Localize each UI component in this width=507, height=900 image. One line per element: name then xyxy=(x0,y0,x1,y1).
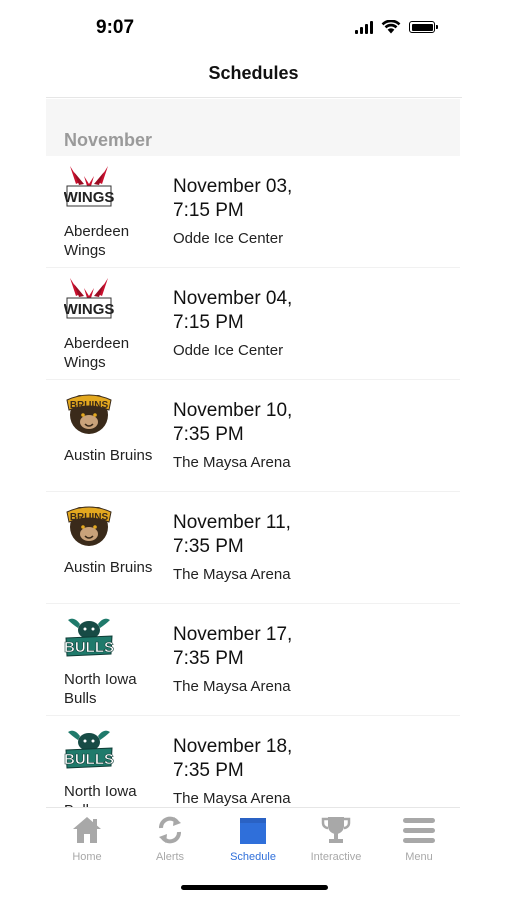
game-date-time: 7:35 PM xyxy=(173,536,244,557)
game-row[interactable]: BRUINS Austin Bruins November 10, 7:35 P… xyxy=(46,380,460,492)
game-date-day: November 03, xyxy=(173,176,293,197)
game-date-time: 7:35 PM xyxy=(173,424,244,445)
svg-text:BULLS: BULLS xyxy=(64,639,114,656)
tab-interactive[interactable]: Interactive xyxy=(295,814,377,864)
game-date: November 10, 7:35 PM xyxy=(173,399,373,447)
tab-schedule[interactable]: Schedule xyxy=(212,814,294,864)
status-time: 9:07 xyxy=(96,17,135,38)
game-venue: The Maysa Arena xyxy=(173,790,291,807)
cellular-signal-icon xyxy=(355,20,373,34)
game-row[interactable]: BULLS North Iowa Bulls November 17, 7:35… xyxy=(46,604,460,716)
wings-logo-icon: WINGS xyxy=(64,278,114,319)
game-row[interactable]: WINGS Aberdeen Wings November 03, 7:15 P… xyxy=(46,156,460,268)
tab-label: Alerts xyxy=(155,851,185,863)
team-name: Aberdeen Wings xyxy=(64,335,130,371)
game-row[interactable]: WINGS Aberdeen Wings November 04, 7:15 P… xyxy=(46,268,460,380)
home-icon xyxy=(73,817,101,843)
tab-bar: Home Alerts Schedule Interactive Menu xyxy=(46,807,460,866)
game-venue: The Maysa Arena xyxy=(173,678,291,695)
menu-icon xyxy=(403,818,435,843)
game-date-time: 7:15 PM xyxy=(173,312,244,333)
game-row[interactable]: BRUINS Austin Bruins November 11, 7:35 P… xyxy=(46,492,460,604)
team-name: North Iowa Bulls xyxy=(64,783,137,807)
game-date: November 11, 7:35 PM xyxy=(173,511,373,559)
bulls-logo-icon: BULLS xyxy=(64,730,114,769)
team-name: North Iowa Bulls xyxy=(64,671,137,707)
game-date: November 04, 7:15 PM xyxy=(173,287,373,335)
home-indicator[interactable] xyxy=(181,885,328,890)
game-date: November 18, 7:35 PM xyxy=(173,735,373,783)
tab-label: Menu xyxy=(405,851,433,863)
tab-menu[interactable]: Menu xyxy=(378,814,460,864)
battery-icon xyxy=(409,21,438,33)
game-date-time: 7:15 PM xyxy=(173,200,244,221)
game-date-day: November 11, xyxy=(173,512,291,533)
svg-text:WINGS: WINGS xyxy=(64,189,114,206)
game-date-day: November 04, xyxy=(173,288,293,309)
game-date-day: November 10, xyxy=(173,400,293,421)
game-date-day: November 18, xyxy=(173,736,293,757)
svg-text:BRUINS: BRUINS xyxy=(70,400,109,411)
game-date: November 17, 7:35 PM xyxy=(173,623,373,671)
game-venue: Odde Ice Center xyxy=(173,230,284,247)
team-name: Austin Bruins xyxy=(64,447,153,464)
bruins-logo-icon: BRUINS xyxy=(66,506,112,546)
tab-label: Home xyxy=(72,851,102,863)
page-title: Schedules xyxy=(208,63,299,83)
tab-label: Schedule xyxy=(230,851,276,863)
wifi-icon xyxy=(381,20,401,34)
status-icons xyxy=(355,20,438,34)
team-name: Austin Bruins xyxy=(64,559,153,576)
tab-alerts[interactable]: Alerts xyxy=(129,814,211,864)
bruins-logo-icon: BRUINS xyxy=(66,394,112,434)
schedule-list[interactable]: November WINGS Aberdeen Wings November 0… xyxy=(46,99,460,807)
game-date-time: 7:35 PM xyxy=(173,760,244,781)
game-venue: Odde Ice Center xyxy=(173,342,284,359)
game-date: November 03, 7:15 PM xyxy=(173,175,373,223)
refresh-icon xyxy=(159,816,181,844)
svg-text:BRUINS: BRUINS xyxy=(70,512,109,523)
svg-text:BULLS: BULLS xyxy=(64,751,114,768)
wings-logo-icon: WINGS xyxy=(64,166,114,207)
trophy-icon xyxy=(321,817,351,843)
header-divider xyxy=(46,97,462,98)
game-venue: The Maysa Arena xyxy=(173,454,291,471)
game-row[interactable]: BULLS North Iowa Bulls November 18, 7:35… xyxy=(46,716,460,807)
game-venue: The Maysa Arena xyxy=(173,566,291,583)
section-label: November xyxy=(64,130,153,150)
calendar-icon xyxy=(240,818,266,844)
game-date-day: November 17, xyxy=(173,624,293,645)
svg-text:WINGS: WINGS xyxy=(64,301,114,318)
team-name: Aberdeen Wings xyxy=(64,223,130,259)
tab-home[interactable]: Home xyxy=(46,814,128,864)
bulls-logo-icon: BULLS xyxy=(64,618,114,657)
tab-label: Interactive xyxy=(310,851,362,863)
game-date-time: 7:35 PM xyxy=(173,648,244,669)
status-bar: 9:07 xyxy=(0,0,507,56)
section-header-november: November xyxy=(46,99,460,156)
